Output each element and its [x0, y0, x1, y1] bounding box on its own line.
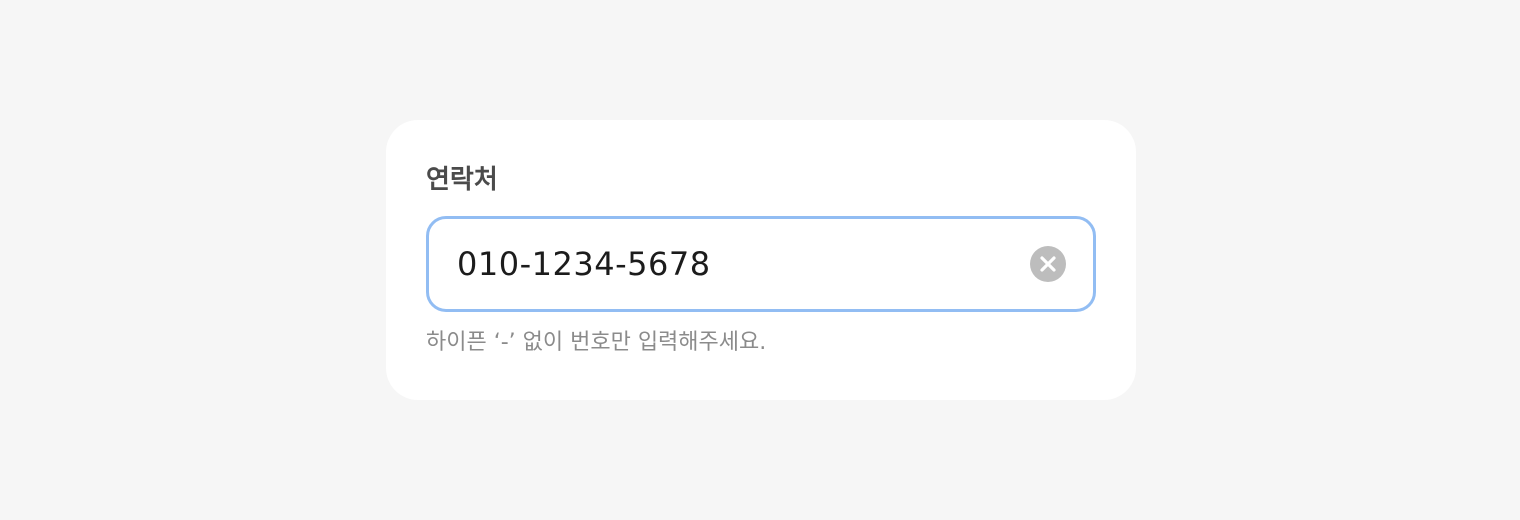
helper-text: 하이픈 ‘-’ 없이 번호만 입력해주세요. [426, 330, 767, 355]
clear-button[interactable] [1030, 246, 1066, 282]
contact-label: 연락처 [426, 165, 498, 195]
contact-card: 연락처 하이픈 ‘-’ 없이 번호만 입력해주세요. [386, 120, 1136, 400]
phone-input[interactable] [457, 219, 1017, 309]
phone-field[interactable] [426, 216, 1096, 312]
